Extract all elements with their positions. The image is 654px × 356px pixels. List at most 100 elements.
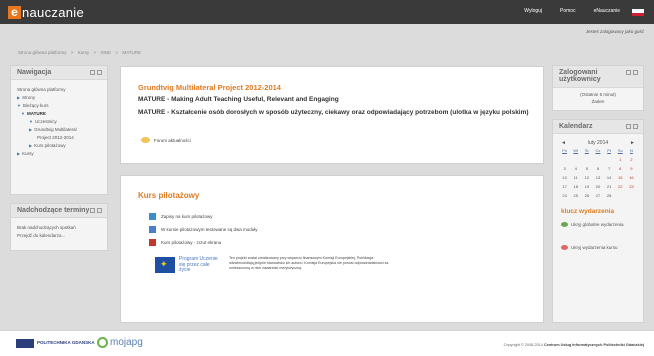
mojapg-logo[interactable]: mojapg (97, 337, 143, 348)
panel-controls[interactable] (626, 70, 638, 75)
news-forum-link[interactable]: Forum aktualności (141, 137, 191, 143)
nav-item-home[interactable]: Strona główna platformy (17, 86, 101, 94)
collapse-icon[interactable] (633, 124, 638, 129)
calendar-day[interactable]: 17 (559, 184, 570, 189)
calendar-nav: ◄ luty 2014 ► (553, 134, 643, 148)
nav-item-grundtvig-cont[interactable]: Project 2012-2014 (17, 134, 101, 142)
calendar-day[interactable]: 26 (581, 193, 592, 198)
panel-controls[interactable] (626, 124, 638, 129)
nav-item-courses[interactable]: ▶ Kursy (17, 150, 101, 158)
navigation-panel: Nawigacja Strona główna platformy ▶ Stron… (10, 65, 108, 195)
course-section-pilot: Kurs pilotażowy Zapisy na kurs pilotażow… (120, 175, 544, 323)
breadcrumb-home[interactable]: Strona główna platformy (18, 50, 67, 55)
calendar-day[interactable]: 15 (615, 175, 626, 180)
navigation-title: Nawigacja (17, 69, 52, 76)
calendar-day[interactable]: 14 (604, 175, 615, 180)
calendar-day[interactable]: 24 (559, 193, 570, 198)
calendar-day[interactable]: 22 (615, 184, 626, 189)
panel-controls[interactable] (90, 208, 102, 213)
no-events-text: Brak nadchodzących spotkań (17, 225, 76, 230)
copyright: Copyright © 2008-2014 Centrum Usług Info… (504, 343, 644, 347)
forum-icon (141, 137, 150, 143)
hide-global-events[interactable]: Ukryj globalne wydarzenia (553, 219, 643, 230)
calendar-title: Kalendarz (559, 123, 593, 130)
resource-item[interactable]: Zapisy na kurs pilotażowy (149, 213, 213, 220)
panel-controls[interactable] (90, 70, 102, 75)
calendar-day[interactable]: 27 (592, 193, 603, 198)
resource-label: Kurs pilotażowy - zrzut ekranu (161, 240, 222, 245)
nav-item-participants[interactable]: ▼ Uczestnicy (17, 118, 101, 126)
calendar-day[interactable]: 1 (615, 157, 626, 162)
section-title: Kurs pilotażowy (138, 191, 200, 200)
copyright-org[interactable]: Centrum Usług Informatycznych Politechni… (544, 343, 644, 347)
enauczanie-logo[interactable]: e nauczanie (8, 5, 84, 20)
online-users-title: Zalogowani użytkownicy (559, 69, 601, 83)
expand-arrow-icon: ▶ (29, 127, 33, 132)
none-text: Żaden (591, 99, 605, 104)
resource-label: Zapisy na kurs pilotażowy (161, 214, 213, 219)
help-link[interactable]: Pomoc (560, 8, 576, 14)
enrol-icon (149, 213, 156, 220)
calendar-day[interactable]: 10 (559, 175, 570, 180)
eu-disclaimer: Ten projekt został zrealizowany przy wsp… (229, 256, 389, 270)
nav-label: Bieżący kurs (22, 103, 49, 108)
breadcrumb-courses[interactable]: Kursy (78, 50, 90, 55)
nav-item-mature[interactable]: ▼ MATURE (17, 110, 101, 118)
polish-flag-icon[interactable] (632, 9, 644, 16)
calendar-day[interactable]: 21 (604, 184, 615, 189)
prev-month-icon[interactable]: ◄ (561, 140, 566, 146)
calendar-day[interactable]: 25 (570, 193, 581, 198)
weekday-header: Pn (562, 148, 568, 153)
calendar-day[interactable]: 4 (570, 166, 581, 171)
calendar-day[interactable]: 11 (570, 175, 581, 180)
image-icon (149, 239, 156, 246)
calendar-day[interactable]: 3 (559, 166, 570, 171)
nav-item-pages[interactable]: ▶ Strony (17, 94, 101, 102)
expand-arrow-icon: ▶ (17, 95, 21, 100)
breadcrumb-inne[interactable]: INNE (100, 50, 111, 55)
dock-icon[interactable] (626, 124, 631, 129)
go-to-calendar-link[interactable]: Przejdź do kalendarza... (17, 232, 101, 240)
calendar-day[interactable]: 19 (581, 184, 592, 189)
breadcrumb-mature[interactable]: MATURE (122, 50, 141, 55)
calendar-day (615, 193, 626, 198)
calendar-day[interactable]: 20 (592, 184, 603, 189)
event-key-title: klucz wydarzenia (561, 208, 615, 215)
resource-item[interactable]: W kursie pilotażowym testowane są dwa mo… (149, 226, 258, 233)
collapse-icon[interactable] (633, 70, 638, 75)
calendar-day[interactable]: 16 (626, 175, 637, 180)
calendar-day (626, 193, 637, 198)
calendar-day[interactable]: 6 (592, 166, 603, 171)
calendar-day[interactable]: 7 (604, 166, 615, 171)
dock-icon[interactable] (90, 70, 95, 75)
calendar-day[interactable]: 13 (592, 175, 603, 180)
dock-icon[interactable] (90, 208, 95, 213)
calendar-day[interactable]: 12 (581, 175, 592, 180)
nav-label: Kursy (22, 151, 34, 156)
calendar-day[interactable]: 28 (604, 193, 615, 198)
calendar-day[interactable]: 18 (570, 184, 581, 189)
calendar-day[interactable]: 8 (615, 166, 626, 171)
document-icon (149, 226, 156, 233)
next-month-icon[interactable]: ► (630, 140, 635, 146)
collapse-icon[interactable] (97, 70, 102, 75)
footer: POLITECHNIKA GDAŃSKA mojapg Copyright © … (0, 330, 654, 356)
weekday-header: Śr (584, 148, 589, 153)
calendar-day[interactable]: 23 (626, 184, 637, 189)
calendar-day[interactable]: 2 (626, 157, 637, 162)
resource-item[interactable]: Kurs pilotażowy - zrzut ekranu (149, 239, 221, 246)
hide-course-events[interactable]: Ukryj wydarzenia kursu (553, 242, 643, 253)
enauczanie-link[interactable]: eNauczanie (594, 8, 620, 14)
dock-icon[interactable] (626, 70, 631, 75)
calendar-day[interactable]: 9 (626, 166, 637, 171)
top-bar: e nauczanie Wyloguj Pomoc eNauczanie (0, 0, 654, 24)
panel-header: Zalogowani użytkownicy (553, 66, 643, 88)
politechnika-gdanska-logo[interactable]: POLITECHNIKA GDAŃSKA (16, 339, 95, 348)
calendar-day[interactable]: 5 (581, 166, 592, 171)
collapse-icon[interactable] (97, 208, 102, 213)
nav-item-grundtvig[interactable]: ▶ Grundtvig Multilateral (17, 126, 101, 134)
nav-item-current-course[interactable]: ▼ Bieżący kurs (17, 102, 101, 110)
logout-link[interactable]: Wyloguj (524, 8, 542, 14)
nav-item-pilot[interactable]: ▶ Kurs pilotażowy (17, 142, 101, 150)
nav-label: Kurs pilotażowy (34, 143, 66, 148)
